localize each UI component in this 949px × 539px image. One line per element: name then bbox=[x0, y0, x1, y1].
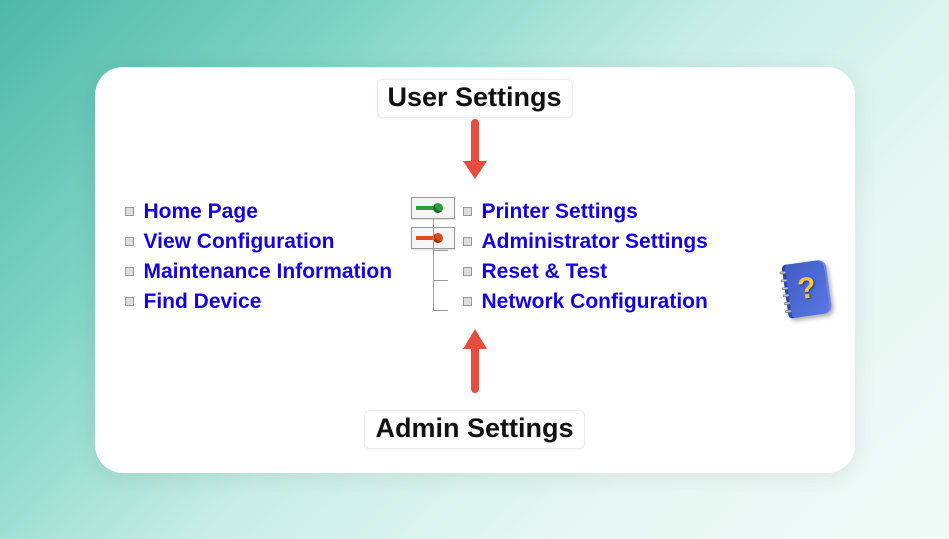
network-configuration-link[interactable]: Network Configuration bbox=[482, 290, 708, 314]
home-page-link[interactable]: Home Page bbox=[144, 200, 258, 224]
list-item: Reset & Test bbox=[463, 257, 743, 287]
arrow-down-icon bbox=[458, 119, 492, 188]
help-book-icon: ? bbox=[781, 259, 832, 319]
list-item: Network Configuration bbox=[463, 287, 743, 317]
maintenance-information-link[interactable]: Maintenance Information bbox=[144, 260, 393, 284]
printer-settings-link[interactable]: Printer Settings bbox=[482, 200, 638, 224]
arrow-up-icon bbox=[458, 321, 492, 398]
left-nav-list: Home Page View Configuration Maintenance… bbox=[125, 197, 405, 317]
content-row: Home Page View Configuration Maintenance… bbox=[125, 197, 825, 317]
bullet-icon bbox=[125, 207, 134, 216]
list-item: Find Device bbox=[125, 287, 405, 317]
admin-settings-text: Admin Settings bbox=[375, 413, 573, 443]
tree-connector-icon bbox=[433, 218, 453, 313]
find-device-link[interactable]: Find Device bbox=[144, 290, 262, 314]
key-green-icon bbox=[416, 203, 443, 213]
user-settings-label: User Settings bbox=[376, 79, 572, 118]
question-mark-icon: ? bbox=[795, 270, 818, 306]
view-configuration-link[interactable]: View Configuration bbox=[144, 230, 335, 254]
bullet-icon bbox=[125, 267, 134, 276]
admin-settings-label: Admin Settings bbox=[364, 410, 584, 449]
bullet-icon bbox=[463, 207, 472, 216]
bullet-icon bbox=[125, 297, 134, 306]
list-item: Printer Settings bbox=[463, 197, 743, 227]
bullet-icon bbox=[125, 237, 134, 246]
list-item: Maintenance Information bbox=[125, 257, 405, 287]
arrow-up-wrap bbox=[125, 321, 825, 398]
keys-tree bbox=[411, 197, 455, 249]
user-key-icon[interactable] bbox=[411, 197, 455, 219]
list-item: View Configuration bbox=[125, 227, 405, 257]
list-item: Home Page bbox=[125, 197, 405, 227]
right-nav-list: Printer Settings Administrator Settings … bbox=[463, 197, 743, 317]
bullet-icon bbox=[463, 297, 472, 306]
list-item: Administrator Settings bbox=[463, 227, 743, 257]
administrator-settings-link[interactable]: Administrator Settings bbox=[482, 230, 708, 254]
admin-label-wrap: Admin Settings bbox=[125, 410, 825, 449]
reset-and-test-link[interactable]: Reset & Test bbox=[482, 260, 608, 284]
user-settings-text: User Settings bbox=[387, 82, 561, 112]
bullet-icon bbox=[463, 267, 472, 276]
settings-panel: User Settings Home Page View Configurati… bbox=[95, 67, 855, 473]
help-button[interactable]: ? bbox=[785, 262, 829, 316]
bullet-icon bbox=[463, 237, 472, 246]
